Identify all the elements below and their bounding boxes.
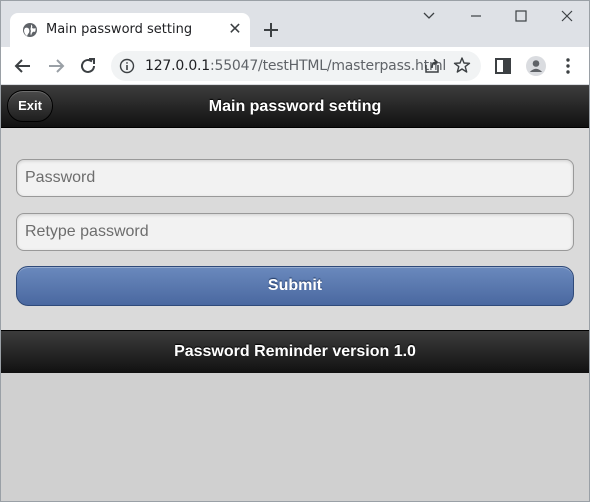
submit-button[interactable]: Submit bbox=[16, 266, 574, 306]
password-input[interactable] bbox=[16, 159, 574, 197]
tab-close-icon[interactable]: ✕ bbox=[226, 21, 244, 39]
tab-title: Main password setting bbox=[46, 22, 193, 37]
close-icon[interactable] bbox=[552, 5, 582, 27]
reload-icon[interactable] bbox=[77, 55, 99, 77]
bookmark-star-icon[interactable] bbox=[453, 56, 471, 74]
browser-toolbar: 127.0.0.1:55047/testHTML/masterpass.html bbox=[1, 47, 589, 85]
url-host: 127.0.0.1 bbox=[145, 58, 210, 74]
side-panel-icon[interactable] bbox=[492, 55, 514, 77]
new-tab-icon[interactable] bbox=[261, 20, 281, 40]
exit-button[interactable]: Exit bbox=[7, 90, 53, 122]
browser-tab[interactable]: Main password setting ✕ bbox=[10, 13, 250, 47]
back-arrow-icon[interactable] bbox=[12, 55, 34, 77]
retype-password-input[interactable] bbox=[16, 213, 574, 251]
page-title: Main password setting bbox=[208, 98, 382, 115]
page-content: Submit bbox=[1, 128, 589, 330]
chevron-down-icon[interactable] bbox=[414, 5, 444, 27]
forward-arrow-icon[interactable] bbox=[45, 55, 67, 77]
site-info-icon[interactable] bbox=[119, 58, 135, 74]
url-path: :55047/testHTML/masterpass.html bbox=[210, 58, 447, 74]
url-text[interactable]: 127.0.0.1:55047/testHTML/masterpass.html bbox=[145, 58, 446, 74]
share-icon[interactable] bbox=[423, 57, 441, 75]
browser-window: Main password setting ✕ 127.0.0.1:55047/… bbox=[0, 0, 590, 502]
more-menu-icon[interactable] bbox=[557, 55, 579, 77]
footer-version-text: Password Reminder version 1.0 bbox=[174, 343, 416, 360]
address-bar[interactable]: 127.0.0.1:55047/testHTML/masterpass.html bbox=[111, 51, 481, 81]
maximize-icon[interactable] bbox=[506, 5, 536, 27]
page-header: Main password setting Exit bbox=[1, 85, 589, 128]
minimize-icon[interactable] bbox=[461, 5, 491, 27]
profile-avatar-icon[interactable] bbox=[525, 55, 547, 77]
globe-icon bbox=[23, 23, 37, 37]
page-footer: Password Reminder version 1.0 bbox=[1, 330, 589, 373]
tab-strip: Main password setting ✕ bbox=[1, 1, 589, 47]
